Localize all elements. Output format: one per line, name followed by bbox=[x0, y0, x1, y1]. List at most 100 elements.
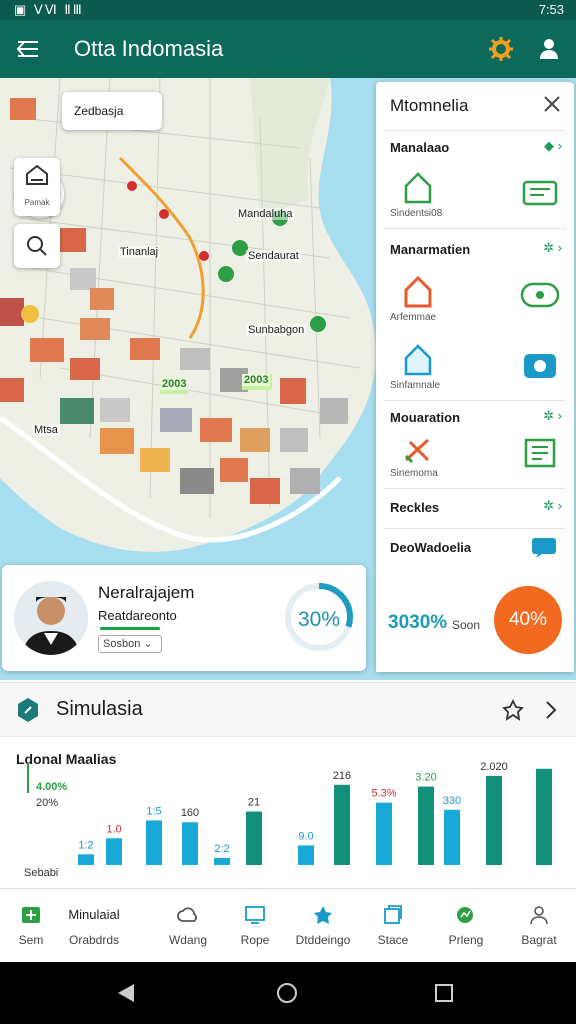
chart-bar bbox=[182, 822, 198, 865]
nav-label: Stace bbox=[377, 933, 409, 947]
chart-data-label: 1.0 bbox=[106, 823, 121, 835]
gear-chevron-icon[interactable]: ✲ › bbox=[543, 498, 562, 514]
close-icon[interactable] bbox=[542, 94, 562, 114]
chart-icon bbox=[457, 907, 473, 923]
stat-small-label: Soon bbox=[452, 618, 481, 632]
shop-tile-icon[interactable] bbox=[398, 342, 438, 376]
nav-label: Orabdrds bbox=[68, 933, 120, 947]
chart-data-label: 2:2 bbox=[214, 843, 229, 855]
side-panel-title: Mtomnelia bbox=[390, 96, 469, 115]
recents-icon[interactable] bbox=[434, 983, 454, 1003]
chart-header: Simulasia bbox=[0, 683, 576, 737]
camera-tile-icon[interactable] bbox=[520, 348, 560, 382]
progress-ring: 30% bbox=[282, 580, 356, 654]
card-tile-icon[interactable] bbox=[520, 176, 560, 210]
tile-label: Arfemmae bbox=[390, 312, 437, 323]
house-tile-icon[interactable] bbox=[398, 274, 438, 308]
map-user-card[interactable]: Zedbasja bbox=[62, 92, 162, 130]
user-icon[interactable] bbox=[538, 37, 560, 61]
chart-data-label: 216 bbox=[333, 770, 351, 782]
chart-bar bbox=[78, 854, 94, 865]
tools-tile-icon[interactable] bbox=[398, 434, 438, 468]
nav-item-simulation[interactable]: Minulaial Orabdrds bbox=[54, 889, 134, 963]
divider bbox=[384, 130, 566, 131]
cube-icon bbox=[384, 905, 402, 924]
chart-bar bbox=[106, 838, 122, 865]
ledger-tile-icon[interactable] bbox=[520, 436, 560, 470]
cloud-icon bbox=[177, 907, 197, 922]
progress-value: 30% bbox=[297, 608, 341, 631]
tile-label: Sinemoma bbox=[390, 468, 438, 479]
hexagon-icon bbox=[18, 698, 38, 722]
search-tool[interactable] bbox=[14, 224, 60, 268]
map-label: 2003 bbox=[160, 378, 189, 390]
back-icon[interactable] bbox=[116, 982, 136, 1004]
map-label: Tinanlaj bbox=[118, 246, 161, 258]
chart-data-label: 9.0 bbox=[298, 830, 313, 842]
chart-bar bbox=[486, 775, 502, 865]
profile-name: Neralrajajem bbox=[98, 583, 195, 602]
layers-tool[interactable]: Pamak bbox=[14, 158, 60, 216]
profile-select[interactable]: Sosbon ⌄ bbox=[98, 635, 162, 653]
nav-label: Rope bbox=[240, 933, 270, 947]
layers-tool-label: Pamak bbox=[24, 198, 50, 207]
nav-label: Dtddeingo bbox=[295, 933, 351, 947]
diamond-chevron-icon[interactable]: ◆ › bbox=[544, 138, 562, 154]
home-icon[interactable] bbox=[276, 982, 298, 1004]
section-title: Manarmatien bbox=[390, 242, 471, 257]
gear-chevron-icon[interactable]: ✲ › bbox=[543, 408, 562, 424]
home-tile-icon[interactable] bbox=[398, 170, 438, 204]
divider bbox=[384, 400, 566, 401]
bookmark-icon[interactable] bbox=[502, 699, 524, 721]
grid-icon bbox=[22, 907, 40, 923]
status-icons: ▣ ⅤⅥ ⅡⅢ bbox=[14, 2, 84, 17]
divider bbox=[384, 528, 566, 529]
menu-icon[interactable] bbox=[16, 38, 40, 60]
nav-item-wdang[interactable]: Wdang bbox=[150, 889, 226, 963]
nav-item-prleng[interactable]: Prleng bbox=[430, 889, 502, 963]
gear-icon[interactable] bbox=[488, 36, 514, 62]
nav-label: Wdang bbox=[168, 933, 208, 947]
map-label: Sendaurat bbox=[246, 250, 301, 262]
status-time: 7:53 bbox=[538, 2, 564, 17]
section-title: DeoWadoelia bbox=[390, 540, 472, 555]
tile-label: Sinfamnale bbox=[390, 380, 441, 391]
map-user-label: Zedbasja bbox=[74, 104, 124, 118]
nav-item-rope[interactable]: Rope bbox=[220, 889, 290, 963]
bottom-nav: Sem Minulaial Orabdrds Wdang Rope Dtddei… bbox=[0, 888, 576, 962]
stat-big-value: 3030% bbox=[388, 612, 448, 633]
profile-select-value: Sosbon bbox=[103, 638, 141, 650]
system-nav-bar bbox=[0, 962, 576, 1024]
orange-badge[interactable]: 40% bbox=[494, 586, 562, 654]
profile-avatar bbox=[14, 581, 88, 655]
chart-bar bbox=[536, 768, 552, 865]
layers-icon bbox=[26, 164, 48, 185]
chat-icon[interactable] bbox=[530, 536, 558, 558]
chart-data-label: 1:2 bbox=[78, 839, 93, 851]
profile-underline bbox=[100, 627, 160, 630]
chart-panel: Simulasia Ldonal Maalias 4.00% 20% Sebab… bbox=[0, 682, 576, 888]
section-title: Mouaration bbox=[390, 410, 461, 425]
chart-bar bbox=[146, 820, 162, 865]
nav-item-stace[interactable]: Stace bbox=[360, 889, 426, 963]
chevron-right-icon[interactable] bbox=[544, 700, 558, 720]
gear-chevron-icon[interactable]: ✲ › bbox=[543, 240, 562, 256]
monitor-icon bbox=[245, 906, 265, 924]
nav-item-bagrat[interactable]: Bagrat bbox=[504, 889, 574, 963]
chart-bar bbox=[418, 786, 434, 865]
stat-card: 3030% Soon 40% bbox=[376, 574, 574, 672]
divider bbox=[384, 228, 566, 229]
chart-bar bbox=[214, 857, 230, 865]
chart-data-label: 330 bbox=[443, 795, 461, 807]
nav-item-sem[interactable]: Sem bbox=[0, 889, 62, 963]
route-tile-icon[interactable] bbox=[520, 278, 560, 312]
map-label: Mandaluha bbox=[236, 208, 295, 220]
nav-item-dtddeingo[interactable]: Dtddeingo bbox=[288, 889, 358, 963]
profile-role: Reatdareonto bbox=[98, 608, 177, 623]
nav-label: Prleng bbox=[448, 933, 484, 947]
status-bar: ▣ ⅤⅥ ⅡⅢ 7:53 bbox=[0, 0, 576, 20]
bar-chart: 1:2 1.0 1:5 160 2:2 21 9.0 216 5.3% 3.20 330 2.020 bbox=[27, 761, 552, 865]
chart-bar bbox=[246, 811, 262, 865]
tile-label: Sindentsi08 bbox=[390, 208, 443, 219]
chart-data-label: 1:5 bbox=[146, 805, 161, 817]
